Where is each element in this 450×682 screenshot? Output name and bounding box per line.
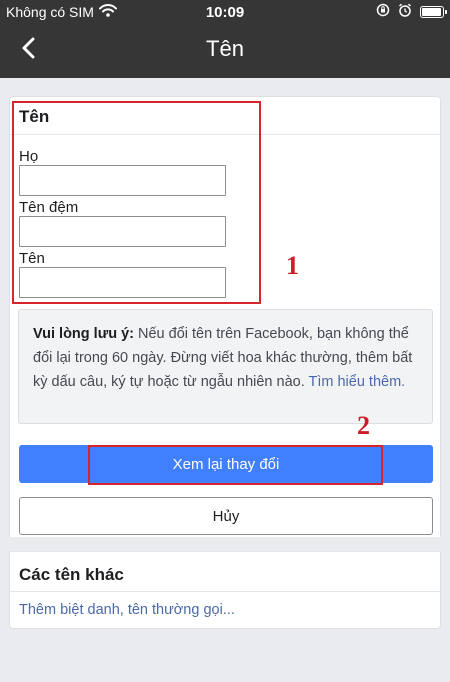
status-bar: Không có SIM 10:09 [0, 0, 450, 24]
annotation-marker-2: 2 [357, 411, 370, 440]
middle-name-label: Tên đệm [19, 199, 79, 216]
section-divider [10, 591, 440, 592]
annotation-marker-1: 1 [286, 251, 299, 280]
orientation-lock-icon [376, 3, 390, 20]
section-divider [10, 134, 440, 135]
other-names-title: Các tên khác [19, 565, 124, 584]
navigation-bar: Tên [0, 26, 450, 74]
section-divider [10, 551, 440, 552]
add-nickname-link[interactable]: Thêm biệt danh, tên thường gọi... [19, 602, 235, 618]
page-title: Tên [206, 36, 244, 61]
first-name-input[interactable] [19, 267, 226, 298]
name-section-title: Tên [19, 107, 50, 126]
cancel-button[interactable]: Hủy [19, 497, 433, 535]
status-icons [376, 3, 447, 20]
middle-name-input[interactable] [19, 216, 226, 247]
review-changes-button[interactable]: Xem lại thay đổi [19, 445, 433, 483]
name-change-notice: Vui lòng lưu ý: Nếu đổi tên trên Faceboo… [18, 309, 433, 424]
first-name-label: Tên [19, 250, 45, 267]
card-separator [9, 537, 441, 551]
alarm-icon [398, 3, 412, 20]
name-settings-card: Tên Họ Tên đệm Tên Vui lòng lưu ý: Nếu đ… [9, 96, 441, 629]
battery-icon [420, 5, 447, 18]
top-bar: Không có SIM 10:09 Tên [0, 0, 450, 78]
learn-more-link[interactable]: Tìm hiểu thêm. [309, 374, 406, 390]
notice-heading: Vui lòng lưu ý: [33, 326, 134, 342]
last-name-input[interactable] [19, 165, 226, 196]
last-name-label: Họ [19, 148, 39, 165]
